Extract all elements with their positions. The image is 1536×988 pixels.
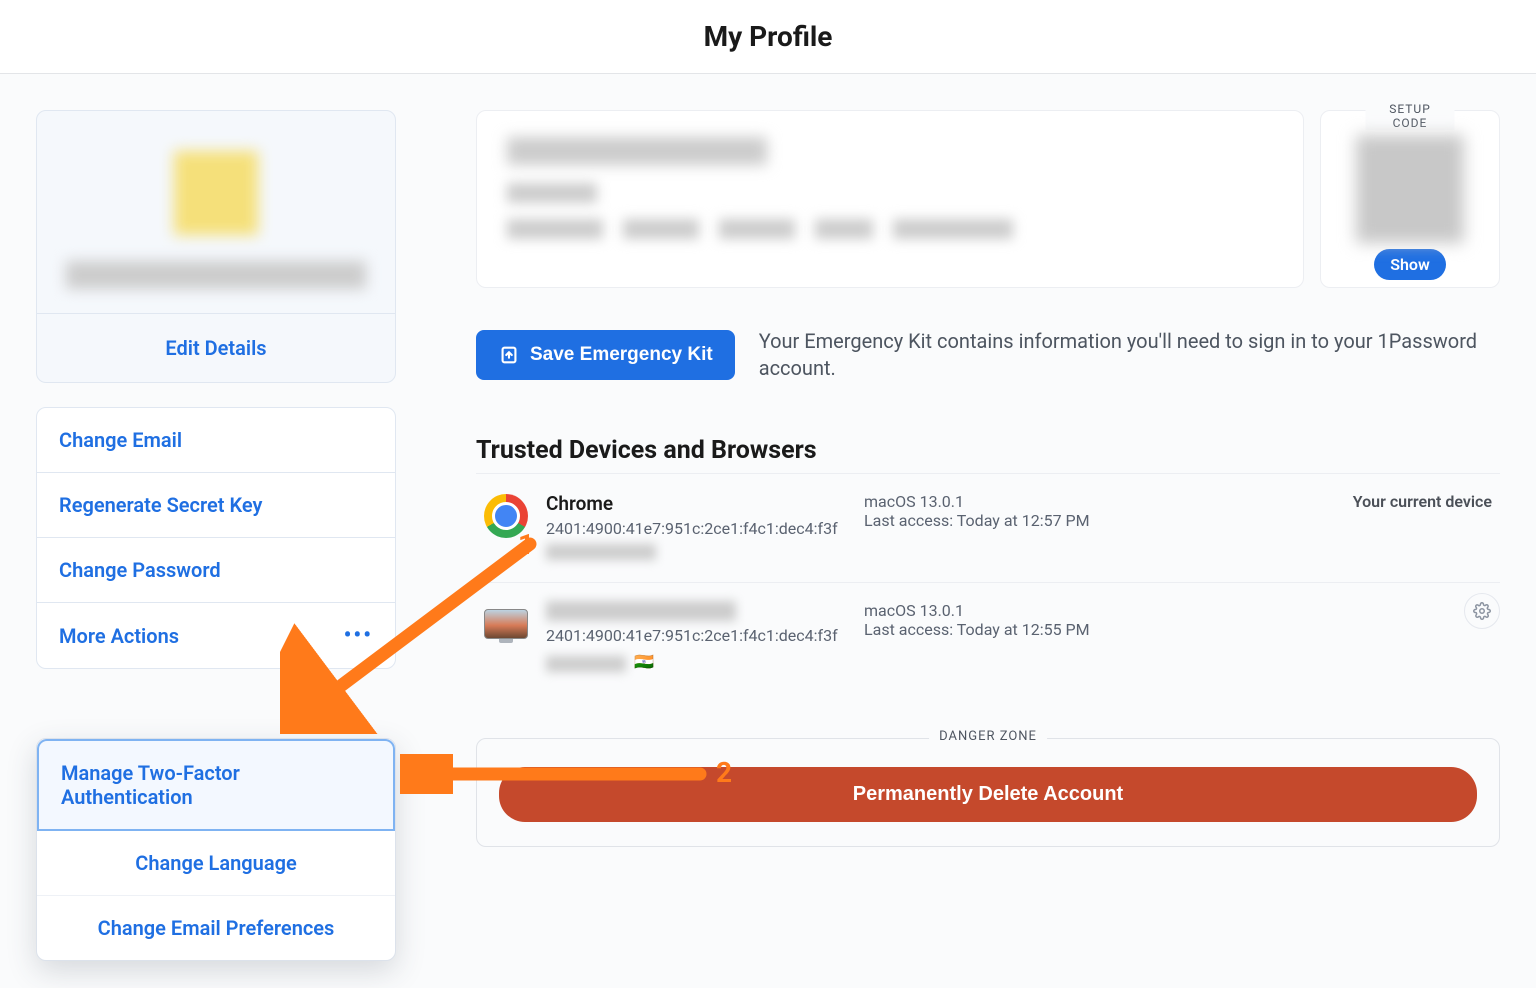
device-name-blurred — [546, 601, 736, 621]
profile-card: Edit Details — [36, 110, 396, 383]
more-actions-dropdown: Manage Two-Factor Authentication Change … — [36, 738, 396, 961]
ellipsis-icon: ••• — [344, 623, 373, 648]
change-email-preferences-item[interactable]: Change Email Preferences — [37, 896, 395, 960]
flag-icon: 🇮🇳 — [634, 652, 654, 671]
change-password-item[interactable]: Change Password — [37, 538, 395, 603]
regenerate-secret-key-item[interactable]: Regenerate Secret Key — [37, 473, 395, 538]
permanently-delete-account-button[interactable]: Permanently Delete Account — [499, 767, 1477, 822]
annotation-label-2: 2 — [716, 756, 732, 789]
setup-code-label: SETUP CODE — [1366, 102, 1455, 130]
device-last-access: Last access: Today at 12:57 PM — [864, 511, 1335, 530]
device-detail-blurred — [546, 544, 656, 560]
avatar — [174, 151, 258, 235]
current-device-label: Your current device — [1353, 492, 1492, 511]
more-actions-item[interactable]: More Actions ••• — [37, 603, 395, 668]
device-last-access: Last access: Today at 12:55 PM — [864, 620, 1492, 639]
danger-zone: DANGER ZONE Permanently Delete Account — [476, 738, 1500, 847]
show-setup-code-button[interactable]: Show — [1374, 249, 1446, 280]
more-actions-label: More Actions — [59, 624, 179, 648]
profile-name-blurred — [66, 261, 366, 289]
emergency-kit-description: Your Emergency Kit contains information … — [759, 328, 1500, 382]
device-os: macOS 13.0.1 — [864, 492, 1335, 511]
change-language-item[interactable]: Change Language — [37, 831, 395, 896]
setup-code-card: SETUP CODE Show — [1320, 110, 1500, 288]
device-os: macOS 13.0.1 — [864, 601, 1492, 620]
macbook-icon — [484, 603, 528, 647]
device-ip: 2401:4900:41e7:951c:2ce1:f4c1:dec4:f3f — [546, 626, 846, 645]
device-settings-button[interactable] — [1464, 593, 1500, 629]
device-row: Chrome 2401:4900:41e7:951c:2ce1:f4c1:dec… — [476, 473, 1500, 582]
download-icon — [498, 344, 520, 366]
save-emergency-kit-button[interactable]: Save Emergency Kit — [476, 330, 735, 380]
edit-details-button[interactable]: Edit Details — [37, 313, 395, 382]
change-email-item[interactable]: Change Email — [37, 408, 395, 473]
manage-2fa-item[interactable]: Manage Two-Factor Authentication — [37, 739, 395, 831]
qr-code-blurred — [1356, 135, 1464, 243]
device-detail-blurred — [546, 656, 626, 672]
page-header: My Profile — [0, 0, 1536, 74]
profile-actions-menu: Change Email Regenerate Secret Key Chang… — [36, 407, 396, 669]
device-ip: 2401:4900:41e7:951c:2ce1:f4c1:dec4:f3f — [546, 519, 846, 538]
account-details-card — [476, 110, 1304, 288]
trusted-devices-heading: Trusted Devices and Browsers — [476, 436, 1500, 465]
device-row: 2401:4900:41e7:951c:2ce1:f4c1:dec4:f3f 🇮… — [476, 582, 1500, 690]
danger-zone-label: DANGER ZONE — [929, 729, 1047, 744]
device-name: Chrome — [546, 492, 846, 515]
page-title: My Profile — [0, 20, 1536, 53]
save-emergency-kit-label: Save Emergency Kit — [530, 344, 713, 366]
annotation-label-1: 1 — [518, 528, 534, 561]
